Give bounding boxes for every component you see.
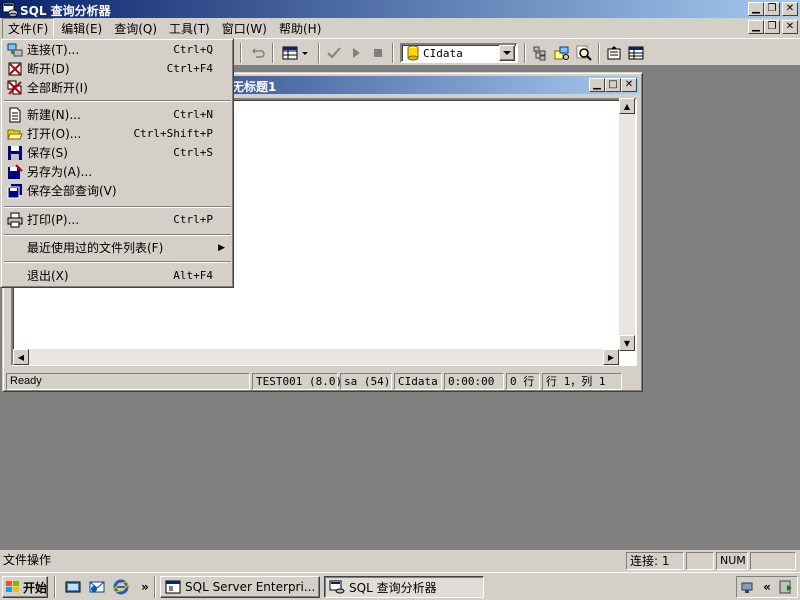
menu-edit[interactable]: 编辑(E) [56,19,107,38]
save-icon [6,145,24,161]
file-menu-save-all[interactable]: 保存全部查询(V) [3,181,231,200]
outlook-icon[interactable] [88,578,106,596]
query-status-rows: 0 行 [506,373,540,390]
query-status-user: sa (54) [340,373,392,390]
menubar: 文件(F) 编辑(E) 查询(Q) 工具(T) 窗口(W) 帮助(H) ▁ ❐ … [0,17,800,39]
query-minimize-button[interactable]: ▁ [589,78,605,92]
vertical-scrollbar[interactable]: ▲ ▼ [619,98,635,351]
database-icon [407,45,419,61]
system-tray: « [736,576,798,598]
open-folder-icon [6,126,24,142]
query-status-position: 行 1，列 1 [542,373,622,390]
print-icon [6,212,24,228]
status-num-lock: NUM [716,552,748,570]
object-browser-icon[interactable] [530,43,550,63]
minimize-button[interactable]: ▁ [748,2,764,16]
execute-icon[interactable] [346,43,366,63]
scroll-up-icon[interactable]: ▲ [619,98,635,114]
save-as-icon [6,163,24,180]
main-status-bar: 文件操作 连接: 1 NUM [0,550,800,572]
file-menu-save[interactable]: 保存(S) Ctrl+S [3,143,231,162]
query-maximize-button[interactable]: □ [605,78,621,92]
file-menu-open[interactable]: 打开(O)... Ctrl+Shift+P [3,124,231,143]
file-menu-disconnect-all[interactable]: 全部断开(I) [3,78,231,97]
app-title: SQL 查询分析器 [20,4,111,18]
query-status-ready: Ready [6,373,250,390]
scroll-down-icon[interactable]: ▼ [619,335,635,351]
restore-button[interactable]: ❐ [764,2,780,16]
show-desktop-icon[interactable] [64,578,82,596]
menu-tools[interactable]: 工具(T) [164,19,215,38]
query-status-bar: Ready TEST001 (8.0) sa (54) CIdata 0:00:… [6,373,640,390]
status-connections: 连接: 1 [626,552,684,570]
search-icon[interactable] [574,43,594,63]
menu-file[interactable]: 文件(F) [2,17,55,39]
file-menu-dropdown: 连接(T)... Ctrl+Q 断开(D) Ctrl+F4 全部断开(I) 新建… [0,38,234,288]
file-menu-exit[interactable]: 退出(X) Alt+F4 [3,266,231,285]
start-button[interactable]: 开始 [2,576,48,598]
tray-expand-icon[interactable]: « [763,580,771,594]
chevron-down-icon[interactable] [499,45,515,61]
disconnect-icon [6,61,24,77]
child-close-button[interactable]: ✕ [782,20,798,34]
query-status-server: TEST001 (8.0) [252,373,342,390]
taskbar: 开始 » SQL Server Enterpri... SQL 查询分析器 « [0,572,800,600]
properties-icon[interactable] [604,43,624,63]
save-all-icon [6,183,24,199]
taskbar-query-analyzer[interactable]: SQL 查询分析器 [324,576,484,598]
file-menu-print[interactable]: 打印(P)... Ctrl+P [3,210,231,229]
horizontal-scrollbar[interactable]: ◀ ▶ [13,349,619,365]
query-analyzer-task-icon [329,580,345,594]
disconnect-all-icon [6,80,24,96]
new-icon [6,107,24,123]
enterprise-manager-icon [165,580,181,594]
file-menu-disconnect[interactable]: 断开(D) Ctrl+F4 [3,59,231,78]
file-menu-recent-files[interactable]: 最近使用过的文件列表(F) ▶ [3,238,231,257]
query-status-database: CIdata [394,373,442,390]
sql-service-manager-icon[interactable] [778,579,794,595]
object-search-icon[interactable] [552,43,572,63]
status-blank [686,552,714,570]
start-label: 开始 [23,580,48,595]
database-select-value: CIdata [423,46,463,60]
status-blank-2 [750,552,796,570]
internet-explorer-icon[interactable] [112,578,130,596]
child-restore-button[interactable]: ❐ [764,20,780,34]
taskbar-enterprise-manager[interactable]: SQL Server Enterpri... [160,576,320,598]
database-select[interactable]: CIdata [400,43,518,63]
app-titlebar[interactable]: SQL 查询分析器 ▁ ❐ ✕ [0,0,800,18]
child-minimize-button[interactable]: ▁ [748,20,764,34]
network-icon[interactable] [740,579,756,595]
status-text: 文件操作 [3,553,52,567]
table-icon[interactable] [626,43,646,63]
windows-logo-icon [6,581,19,592]
sql-query-analyzer-icon [2,2,18,17]
scroll-right-icon[interactable]: ▶ [603,349,619,365]
stop-icon[interactable] [368,43,388,63]
grid-results-icon[interactable] [280,43,312,63]
submenu-arrow-icon: ▶ [218,242,225,253]
scroll-left-icon[interactable]: ◀ [13,349,29,365]
file-menu-new[interactable]: 新建(N)... Ctrl+N [3,105,231,124]
connect-icon [6,42,24,58]
file-menu-connect[interactable]: 连接(T)... Ctrl+Q [3,40,231,59]
query-status-elapsed: 0:00:00 [444,373,504,390]
menu-window[interactable]: 窗口(W) [217,19,272,38]
menu-query[interactable]: 查询(Q) [109,19,162,38]
undo-icon[interactable] [248,43,268,63]
query-close-button[interactable]: ✕ [621,78,637,92]
file-menu-save-as[interactable]: 另存为(A)... [3,162,231,181]
close-button[interactable]: ✕ [782,2,798,16]
menu-help[interactable]: 帮助(H) [274,19,326,38]
quicklaunch-more-icon[interactable]: » [136,578,154,596]
parse-check-icon[interactable] [324,43,344,63]
query-window-title: 无标题1 [232,80,277,94]
